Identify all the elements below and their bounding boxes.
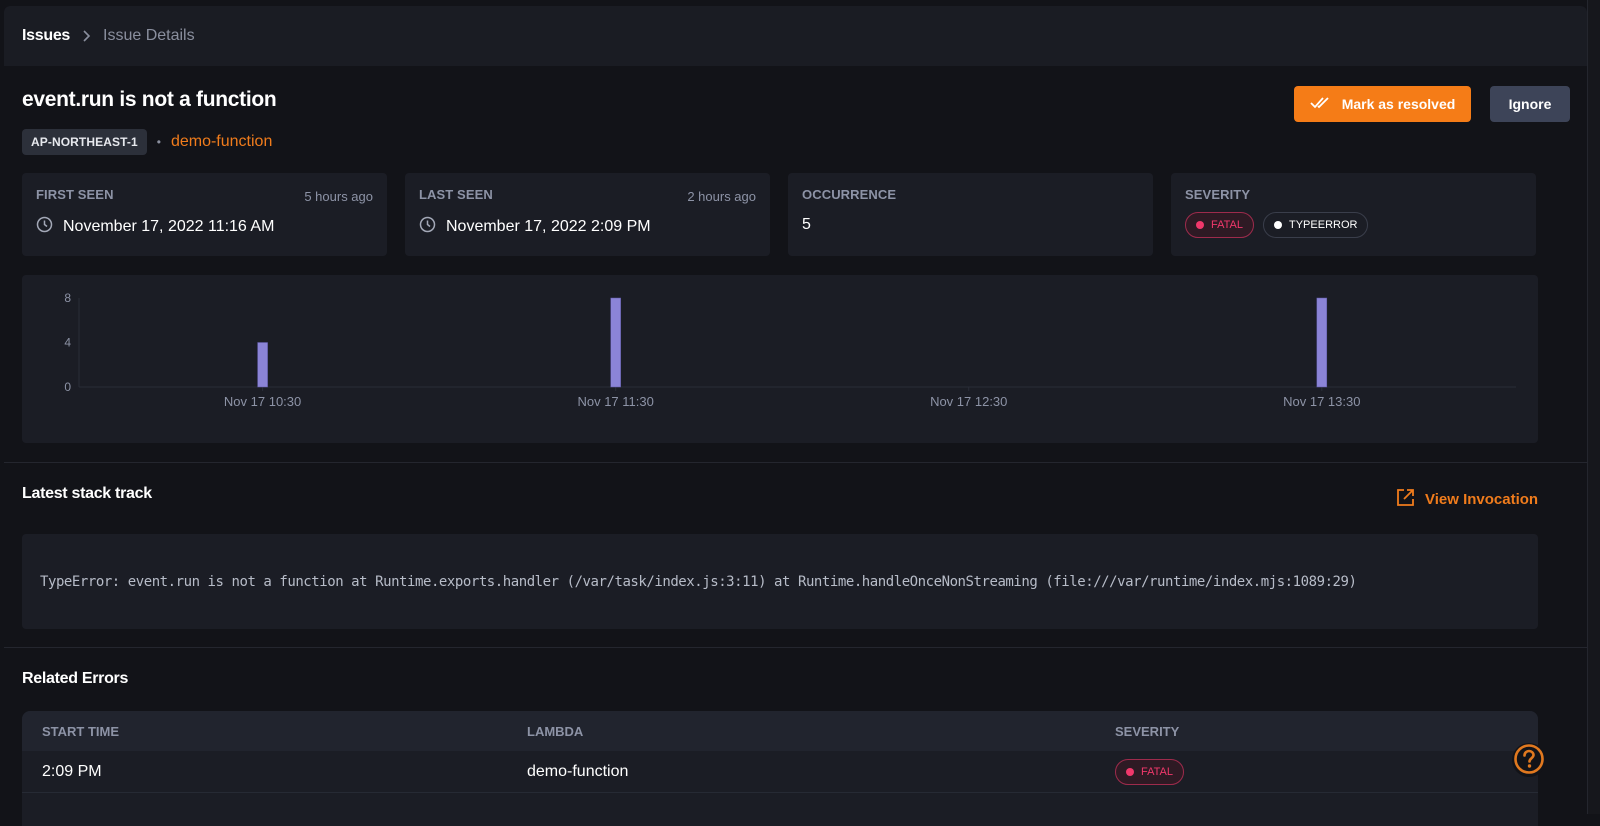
stack-section-title: Latest stack track [22, 485, 152, 502]
chart-bar [610, 297, 621, 388]
first-seen-relative: 5 hours ago [304, 189, 373, 204]
issue-header: event.run is not a function AP-NORTHEAST… [4, 66, 1587, 171]
x-tick-label: Nov 17 11:30 [577, 394, 653, 409]
issue-details-page: Issues Issue Details event.run is not a … [4, 6, 1587, 826]
clock-icon [419, 216, 436, 238]
external-link-icon [1396, 488, 1415, 511]
issue-meta: AP-NORTHEAST-1 • demo-function [22, 129, 272, 155]
column-lambda[interactable]: LAMBDA [527, 724, 583, 739]
function-link[interactable]: demo-function [171, 133, 272, 151]
fatal-badge: FATAL [1185, 212, 1254, 238]
chart-bar [1316, 297, 1328, 388]
view-invocation-label: View Invocation [1425, 491, 1539, 508]
occurrence-label: OCCURRENCE [802, 187, 897, 202]
table-header: START TIME LAMBDA SEVERITY [22, 711, 1538, 751]
fatal-badge: FATAL [1115, 758, 1184, 785]
breadcrumb-issues-link[interactable]: Issues [22, 27, 70, 45]
occurrence-card: OCCURRENCE 5 [788, 173, 1153, 256]
severity-label: SEVERITY [1185, 187, 1251, 202]
occurrence-chart-svg: 0 4 8 Nov 17 10:30 Nov 17 11:30 Nov 17 12:30 N… [64, 291, 1516, 409]
chart-bar [257, 342, 268, 388]
first-seen-value: November 17, 2022 11:16 AM [63, 218, 275, 235]
last-seen-relative: 2 hours ago [687, 189, 756, 204]
related-errors-table: START TIME LAMBDA SEVERITY 2:09 PM demo-… [22, 711, 1538, 826]
row-lambda: demo-function [527, 762, 629, 780]
row-start-time: 2:09 PM [42, 762, 102, 780]
status-dot-icon [1196, 221, 1204, 229]
occurrence-value: 5 [802, 216, 811, 233]
stack-trace-text: TypeError: event.run is not a function a… [40, 573, 1357, 590]
chevron-right-icon [82, 29, 91, 43]
last-seen-value: November 17, 2022 2:09 PM [446, 218, 651, 235]
x-tick-label: Nov 17 10:30 [224, 394, 301, 409]
stack-trace-box: TypeError: event.run is not a function a… [22, 534, 1538, 629]
first-seen-card: FIRST SEEN 5 hours ago November 17, 2022… [22, 173, 387, 256]
row-severity: FATAL [1115, 758, 1184, 785]
column-severity[interactable]: SEVERITY [1115, 724, 1179, 739]
clock-icon [36, 216, 53, 238]
typeerror-badge-label: TYPEERROR [1289, 219, 1358, 231]
section-divider [4, 647, 1587, 648]
x-tick-label: Nov 17 13:30 [1283, 394, 1360, 409]
help-button[interactable] [1512, 743, 1546, 777]
x-tick-label: Nov 17 12:30 [930, 394, 1007, 409]
status-dot-icon [1126, 767, 1134, 776]
occurrence-chart: 0 4 8 Nov 17 10:30 Nov 17 11:30 Nov 17 12:30 N… [22, 275, 1538, 443]
breadcrumb: Issues Issue Details [4, 6, 1587, 66]
summary-cards: FIRST SEEN 5 hours ago November 17, 2022… [22, 173, 1536, 256]
mark-as-resolved-label: Mark as resolved [1341, 96, 1456, 112]
region-badge: AP-NORTHEAST-1 [22, 129, 147, 155]
ignore-button[interactable]: Ignore [1490, 86, 1570, 122]
fatal-badge-label: FATAL [1141, 765, 1173, 778]
related-errors-title: Related Errors [22, 670, 129, 687]
separator-dot: • [156, 135, 161, 149]
typeerror-badge: TYPEERROR [1263, 212, 1369, 238]
last-seen-card: LAST SEEN 2 hours ago November 17, 2022 … [405, 173, 770, 256]
y-tick-label: 8 [64, 291, 71, 305]
status-dot-icon [1274, 221, 1282, 229]
table-row[interactable]: 2:09 PM demo-function FATAL [22, 751, 1538, 793]
view-invocation-link[interactable]: View Invocation [1396, 488, 1538, 511]
double-check-icon [1310, 96, 1332, 113]
y-tick-label: 4 [64, 336, 71, 350]
breadcrumb-current: Issue Details [103, 27, 195, 44]
section-divider [4, 462, 1587, 463]
y-tick-label: 0 [64, 380, 71, 394]
fatal-badge-label: FATAL [1211, 219, 1243, 231]
mark-as-resolved-button[interactable]: Mark as resolved [1294, 86, 1471, 122]
page-title: event.run is not a function [22, 88, 277, 111]
column-start-time[interactable]: START TIME [42, 724, 119, 739]
help-icon [1513, 743, 1545, 778]
severity-card: SEVERITY FATAL TYPEERROR [1171, 173, 1536, 256]
scrollbar-rail[interactable] [1587, 0, 1600, 814]
